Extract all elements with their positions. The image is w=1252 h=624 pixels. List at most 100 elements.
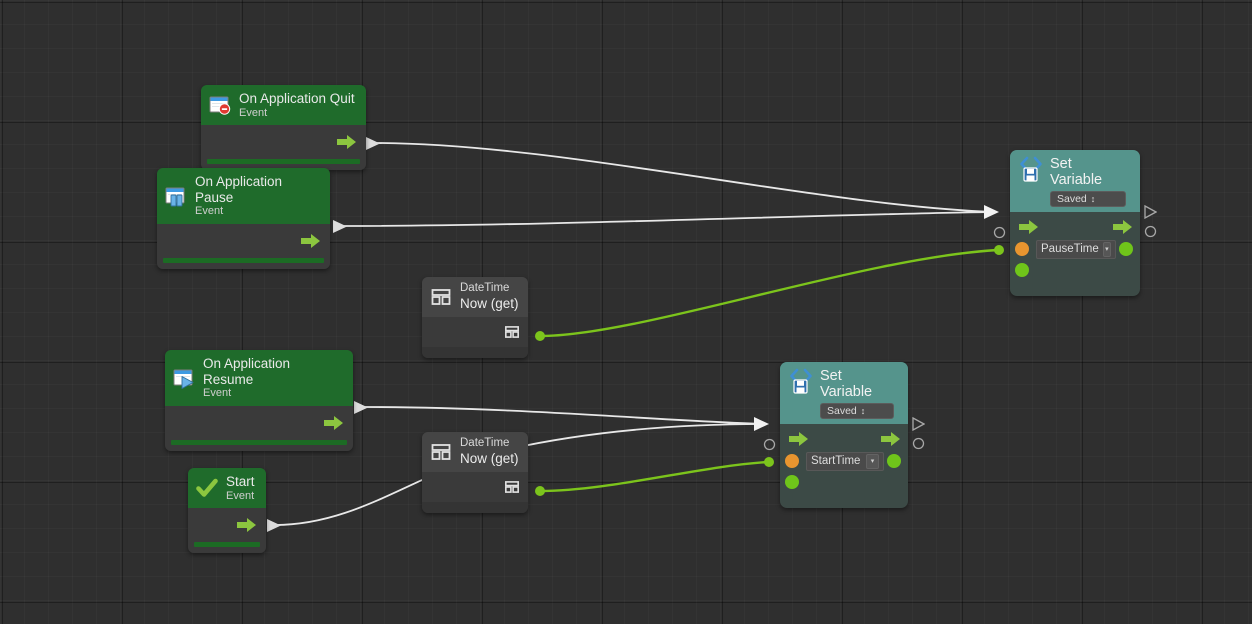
node-title: On Application Pause xyxy=(195,174,283,205)
flow-output-port[interactable] xyxy=(881,432,900,446)
flow-output-port[interactable] xyxy=(301,233,320,248)
flow-output-arrow-icon xyxy=(354,401,368,414)
node-body xyxy=(188,508,266,543)
node-header: On Application Quit Event xyxy=(201,85,366,126)
value-input-port[interactable] xyxy=(785,475,799,489)
struct-icon xyxy=(430,441,452,463)
node-body xyxy=(201,125,366,160)
flow-input-arrow-icon xyxy=(984,205,999,219)
flow-output-arrow-icon xyxy=(267,519,281,532)
node-title-block: On Application Quit Event xyxy=(239,91,355,119)
node-datetime-now-top[interactable]: DateTime Now (get) xyxy=(422,277,528,358)
variable-port-row: StartTime ▾ xyxy=(780,450,908,472)
flow-output-port[interactable] xyxy=(1113,220,1132,234)
wire-quit-to-setvar xyxy=(373,142,996,213)
node-header: On Application Resume Event xyxy=(165,350,353,406)
node-on-application-quit[interactable]: On Application Quit Event xyxy=(201,85,366,171)
wire-endpoint-dot xyxy=(764,457,774,467)
flow-output-port[interactable] xyxy=(337,135,356,150)
node-on-application-resume[interactable]: On Application Resume Event xyxy=(165,350,353,451)
variable-name-input-port[interactable] xyxy=(785,454,799,468)
node-body xyxy=(422,316,528,347)
wire-resume-to-setvar xyxy=(361,406,766,425)
flow-port-row xyxy=(1010,216,1140,238)
value-output-row xyxy=(504,479,520,495)
node-title-block: On Application Resume Event xyxy=(203,356,343,400)
node-type-label: DateTime xyxy=(460,282,510,294)
variable-scope-label: Saved xyxy=(1057,193,1087,205)
node-subtitle: Event xyxy=(203,387,232,400)
variable-port-row: PauseTime ▾ xyxy=(1010,238,1140,260)
graph-canvas[interactable]: On Application Quit Event On Application xyxy=(0,0,1252,624)
node-datetime-now-bottom[interactable]: DateTime Now (get) xyxy=(422,432,528,513)
node-title-block: DateTime Now (get) xyxy=(460,437,519,467)
variable-scope-dropdown[interactable]: Saved ↕ xyxy=(820,403,894,419)
value-output-connector-icon[interactable] xyxy=(1144,225,1157,243)
code-brackets-save-icon xyxy=(788,367,814,397)
value-input-row xyxy=(780,472,908,492)
node-set-variable-pausetime[interactable]: Set Variable Saved ↕ PauseTime ▾ xyxy=(1010,150,1140,296)
node-subtitle: Event xyxy=(226,489,255,502)
node-title-block: DateTime Now (get) xyxy=(460,282,519,312)
node-header: Start Event xyxy=(188,468,266,509)
node-title-block: On Application Pause Event xyxy=(195,174,320,218)
node-header: DateTime Now (get) xyxy=(422,432,528,472)
node-body: PauseTime ▾ xyxy=(1010,212,1140,296)
node-footer xyxy=(188,542,266,554)
flow-output-port[interactable] xyxy=(237,518,256,533)
node-member-label: Now (get) xyxy=(460,450,519,466)
window-quit-icon xyxy=(209,94,231,116)
variable-name-field[interactable]: StartTime ▾ xyxy=(806,451,884,471)
node-subtitle: Event xyxy=(195,205,224,218)
flow-input-arrow-icon xyxy=(754,417,769,431)
node-title-block: Start Event xyxy=(226,474,255,502)
node-title: On Application Quit xyxy=(239,91,355,106)
value-output-row xyxy=(504,324,520,340)
node-set-variable-starttime[interactable]: Set Variable Saved ↕ StartTime ▾ xyxy=(780,362,908,508)
node-footer xyxy=(1010,280,1140,294)
node-body xyxy=(422,471,528,502)
value-output-connector-icon[interactable] xyxy=(912,437,925,455)
variable-value-output-port[interactable] xyxy=(887,454,901,468)
flow-output-arrow-icon xyxy=(366,137,380,150)
node-footer xyxy=(780,492,908,506)
value-input-port[interactable] xyxy=(1015,263,1029,277)
node-title: On Application Resume xyxy=(203,356,291,387)
flow-output-port[interactable] xyxy=(324,415,343,430)
node-header: On Application Pause Event xyxy=(157,168,330,224)
chevron-down-icon[interactable]: ▾ xyxy=(866,453,879,469)
variable-name-field[interactable]: PauseTime ▾ xyxy=(1036,239,1116,259)
checkmark-icon xyxy=(196,477,218,499)
node-header: DateTime Now (get) xyxy=(422,277,528,317)
wire-pause-to-setvar xyxy=(340,211,996,227)
value-input-row xyxy=(1010,260,1140,280)
struct-icon xyxy=(504,479,520,495)
node-type-label: DateTime xyxy=(460,437,510,449)
wire-datetime-to-setvar-starttime xyxy=(539,460,769,493)
updown-arrows-icon: ↕ xyxy=(1090,194,1096,204)
node-body: StartTime ▾ xyxy=(780,424,908,508)
chevron-down-icon[interactable]: ▾ xyxy=(1102,241,1111,257)
node-footer xyxy=(157,257,330,269)
variable-name-value: PauseTime xyxy=(1041,243,1099,255)
variable-input-connector-icon[interactable] xyxy=(763,438,776,456)
wire-endpoint-dot xyxy=(994,245,1004,255)
node-start[interactable]: Start Event xyxy=(188,468,266,554)
wire-datetime-to-setvar-pausetime xyxy=(539,248,999,338)
flow-input-port[interactable] xyxy=(1019,220,1038,234)
node-on-application-pause[interactable]: On Application Pause Event xyxy=(157,168,330,269)
variable-name-input-port[interactable] xyxy=(1015,242,1029,256)
node-subtitle: Event xyxy=(239,106,268,119)
variable-input-connector-icon[interactable] xyxy=(993,226,1006,244)
flow-input-port[interactable] xyxy=(789,432,808,446)
flow-output-connector-icon[interactable] xyxy=(912,416,926,436)
wire-endpoint-dot xyxy=(535,331,545,341)
node-footer xyxy=(422,346,528,358)
wire-endpoint-dot xyxy=(535,486,545,496)
variable-scope-dropdown[interactable]: Saved ↕ xyxy=(1050,191,1126,207)
flow-output-connector-icon[interactable] xyxy=(1144,204,1158,224)
node-footer xyxy=(422,501,528,513)
window-resume-icon xyxy=(173,367,195,389)
variable-value-output-port[interactable] xyxy=(1119,242,1133,256)
node-title: Start xyxy=(226,474,255,489)
